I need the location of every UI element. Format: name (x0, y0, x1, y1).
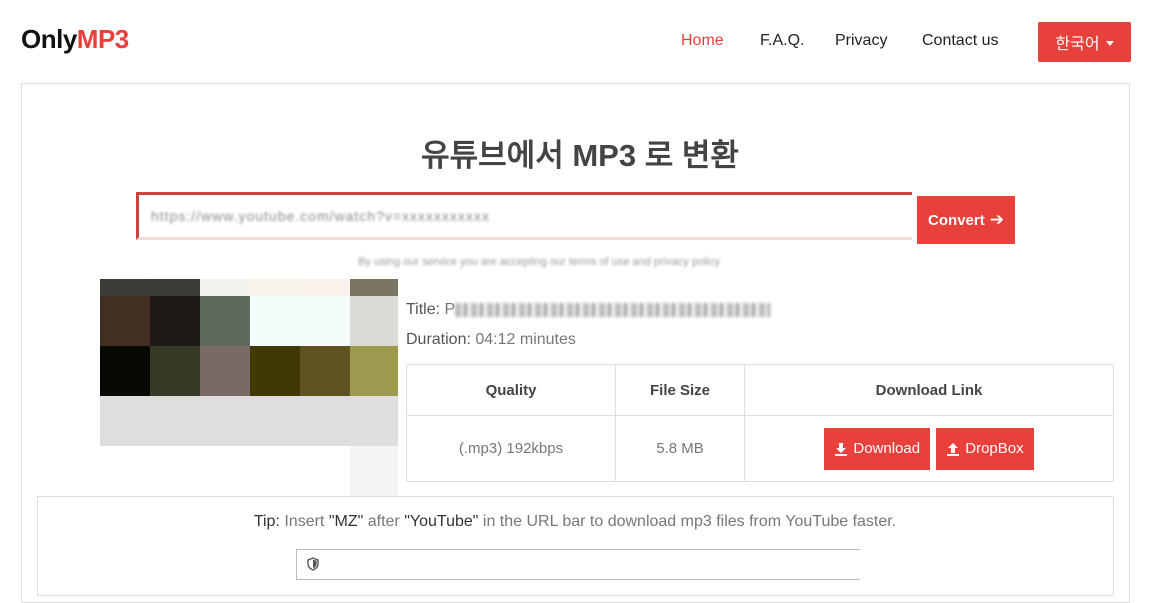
header-quality: Quality (406, 364, 616, 416)
tip-text: Tip: Insert "MZ" after "YouTube" in the … (0, 513, 1150, 531)
duration-label: Duration: (406, 331, 471, 348)
download-button[interactable]: Download (824, 427, 931, 470)
table-header-row: Quality File Size Download Link (406, 364, 1114, 416)
url-bar-illustration (296, 549, 860, 580)
nav-faq[interactable]: F.A.Q. (760, 32, 804, 50)
convert-label: Convert (928, 211, 985, 229)
language-dropdown[interactable]: 한국어 (1038, 22, 1131, 62)
tip-mz: "MZ" (328, 513, 364, 530)
download-label: Download (853, 440, 921, 457)
caret-down-icon (1105, 40, 1114, 46)
page-title: 유튜브에서 MP3 로 변환 (421, 138, 739, 173)
header-file-size: File Size (615, 364, 745, 416)
url-input-value: https://www.youtube.com/watch?v=xxxxxxxx… (151, 208, 491, 224)
title-value: P (444, 301, 456, 318)
video-title-row: Title: P (406, 301, 771, 319)
nav-home[interactable]: Home (681, 32, 724, 50)
download-icon (835, 442, 848, 456)
nav-contact[interactable]: Contact us (922, 32, 998, 50)
duration-value: 04:12 minutes (475, 331, 576, 348)
convert-button[interactable]: Convert ➔ (917, 196, 1015, 244)
shield-icon (307, 557, 319, 571)
cell-quality: (.mp3) 192kbps (406, 415, 616, 482)
title-redacted (455, 302, 771, 317)
title-label: Title: (406, 301, 441, 318)
tip-box (37, 496, 1114, 596)
tip-label: Tip: (253, 513, 280, 530)
video-duration-row: Duration: 04:12 minutes (406, 331, 576, 349)
logo-prefix: Only (21, 24, 77, 54)
tip-part2: after (367, 513, 400, 530)
upload-icon (947, 442, 960, 456)
site-logo[interactable]: OnlyMP3 (21, 24, 129, 55)
tip-part1: Insert (284, 513, 325, 530)
url-input[interactable]: https://www.youtube.com/watch?v=xxxxxxxx… (136, 192, 912, 240)
cell-file-size: 5.8 MB (615, 415, 745, 482)
terms-hint: By using our service you are accepting o… (358, 256, 720, 268)
video-thumbnail (100, 279, 398, 496)
nav-privacy[interactable]: Privacy (835, 32, 887, 50)
dropbox-button[interactable]: DropBox (936, 427, 1034, 470)
logo-accent: MP3 (76, 24, 129, 54)
header-download-link: Download Link (744, 364, 1114, 416)
language-label: 한국어 (1055, 36, 1100, 53)
download-table: Quality File Size Download Link (.mp3) 1… (406, 364, 1114, 482)
tip-part3: in the URL bar to download mp3 files fro… (482, 513, 897, 530)
arrow-right-icon: ➔ (989, 210, 1004, 229)
cell-download-links: Download DropBox (744, 415, 1114, 482)
table-row: (.mp3) 192kbps 5.8 MB Download DropBox (406, 415, 1114, 482)
dropbox-label: DropBox (965, 440, 1024, 457)
tip-youtube: "YouTube" (404, 513, 479, 530)
